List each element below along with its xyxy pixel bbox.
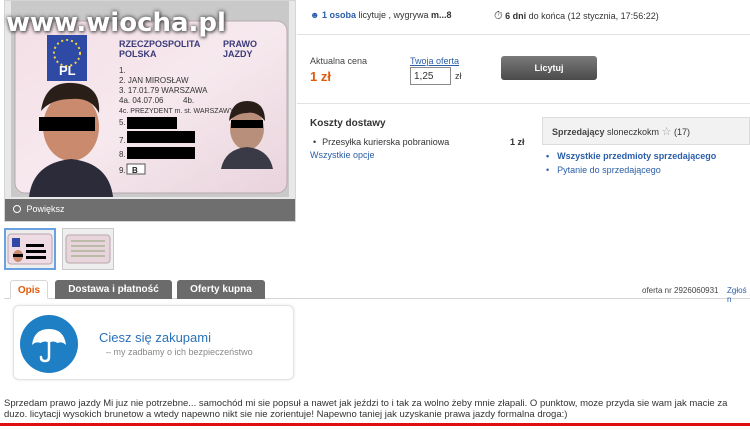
tab-purchase-offers[interactable]: Oferty kupna <box>177 280 265 299</box>
divider-top <box>297 34 750 35</box>
time-left-info: ⏱ 6 dni do końca (12 stycznia, 17:56:22) <box>494 10 659 23</box>
license-field-5: 5. <box>119 118 126 127</box>
offer-input[interactable] <box>410 67 451 85</box>
license-doc-line2: JAZDY <box>223 49 253 59</box>
leader-name: m...8 <box>431 10 452 20</box>
offer-number: oferta nr 2926060931 <box>642 286 719 295</box>
end-date-text: do końca (12 stycznia, 17:56:22) <box>526 11 659 21</box>
thumbnail-1[interactable] <box>4 228 56 270</box>
thumbnail-license-back-icon <box>65 234 111 264</box>
bid-button[interactable]: Licytuj <box>501 56 597 80</box>
bidders-text: licytuje , wygrywa <box>356 10 432 20</box>
license-field-7: 7. <box>119 136 126 145</box>
protection-subtitle: – my zadbamy o ich bezpieczeństwo <box>106 347 253 357</box>
tab-description[interactable]: Opis <box>10 280 48 299</box>
delivery-item: Przesyłka kurierska pobraniowa <box>313 137 449 147</box>
license-field-9: 9. <box>119 166 126 175</box>
delivery-price: 1 zł <box>510 137 525 147</box>
star-icon: ☆ <box>661 126 672 138</box>
people-icon: ☻ <box>310 10 320 20</box>
umbrella-icon <box>20 315 78 373</box>
your-offer-label[interactable]: Twoja oferta <box>410 56 459 66</box>
license-country-line2: POLSKA <box>119 49 157 59</box>
zoom-label: Powiększ <box>26 204 65 214</box>
license-field-1: 1. <box>119 66 126 75</box>
buyer-protection-box[interactable]: Ciesz się zakupami – my zadbamy o ich be… <box>13 305 294 380</box>
license-category: B <box>132 166 138 175</box>
time-left: 6 dni <box>505 11 527 21</box>
tab-delivery-payment[interactable]: Dostawa i płatność <box>55 280 172 299</box>
bidders-info: ☻ 1 osoba licytuje , wygrywa m...8 <box>310 10 452 20</box>
license-field-3: 3. 17.01.79 WARSZAWA <box>119 86 208 95</box>
offer-currency: zł <box>455 71 462 81</box>
redaction-bar <box>39 117 95 131</box>
red-highlight-line <box>0 423 750 426</box>
license-field-4b: 4b. <box>183 96 194 105</box>
license-field-4c: 4c. PREZYDENT m. st. WARSZAWY <box>119 108 235 115</box>
license-country-line1: RZECZPOSPOLITA <box>119 39 201 49</box>
current-price: 1 zł <box>310 69 331 84</box>
seller-rating[interactable]: (17) <box>674 127 690 137</box>
zoom-bar[interactable]: Powiększ <box>5 199 295 221</box>
magnifier-icon <box>13 205 21 213</box>
divider-mid <box>297 103 750 104</box>
seller-label: Sprzedający <box>552 127 605 137</box>
license-field-8: 8. <box>119 150 126 159</box>
report-link[interactable]: Zgłoś n <box>727 286 750 304</box>
protection-title: Ciesz się zakupami <box>99 330 211 345</box>
protection-subtitle-text: my zadbamy o ich bezpieczeństwo <box>113 347 253 357</box>
delivery-all-options-link[interactable]: Wszystkie opcje <box>310 150 375 160</box>
license-field-2: 2. JAN MIROSŁAW <box>119 76 189 85</box>
license-field-4a: 4a. 04.07.06 <box>119 96 164 105</box>
current-price-label: Aktualna cena <box>310 56 368 66</box>
clock-icon: ⏱ <box>494 10 503 22</box>
seller-all-items-link[interactable]: Wszystkie przedmioty sprzedającego <box>546 151 716 161</box>
thumbnail-2[interactable] <box>62 228 114 270</box>
seller-box: Sprzedający sloneczkokm ☆ (17) <box>542 117 750 145</box>
license-doc-line1: PRAWO <box>223 39 257 49</box>
bidders-count-link[interactable]: 1 osoba <box>322 10 356 20</box>
ask-seller-link[interactable]: Pytanie do sprzedającego <box>546 165 661 175</box>
delivery-title: Koszty dostawy <box>310 118 386 129</box>
thumbnail-license-icon <box>7 233 53 265</box>
seller-name[interactable]: sloneczkokm <box>605 127 659 137</box>
item-description: Sprzedam prawo jazdy Mi juz nie potrzebn… <box>4 398 728 420</box>
eu-code: PL <box>59 63 76 78</box>
site-watermark: www.wiocha.pl <box>6 8 226 38</box>
